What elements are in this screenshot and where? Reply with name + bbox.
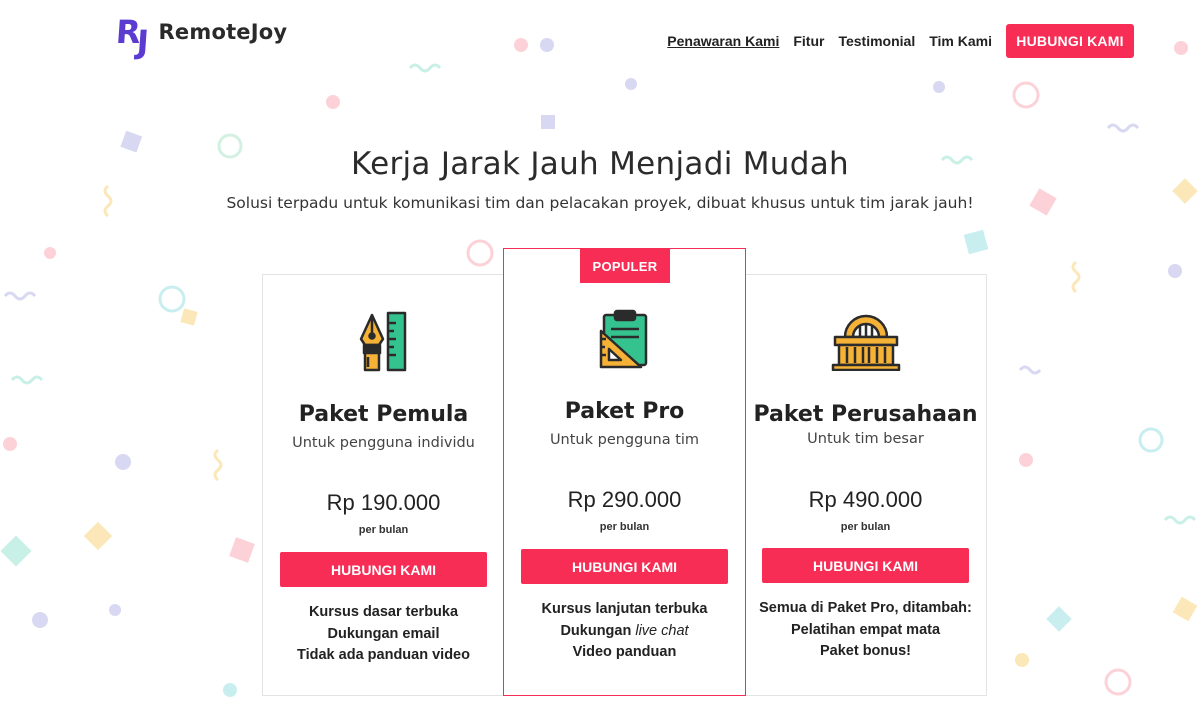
site-header: RJ RemoteJoy Penawaran Kami Fitur Testim…	[0, 0, 1200, 84]
plan-card-pro: POPULER Paket Pro Untuk pengguna tim Rp …	[503, 248, 746, 696]
plan-audience: Untuk pengguna tim	[549, 432, 700, 448]
popular-badge: POPULER	[580, 249, 670, 283]
plan-name: Paket Pro	[564, 399, 685, 424]
feature-item: Paket bonus!	[819, 643, 912, 659]
feature-item: Video panduan	[572, 644, 677, 660]
feature-item: Kursus lanjutan terbuka	[541, 601, 708, 617]
feature-item: Dukungan live chat	[504, 621, 745, 643]
feature-text: Dukungan	[560, 622, 632, 639]
plan-period: per bulan	[358, 524, 409, 536]
hero-title: Kerja Jarak Jauh Menjadi Mudah	[351, 146, 849, 182]
nav-link-penawaran[interactable]: Penawaran Kami	[667, 33, 779, 49]
plan-name: Paket Pemula	[298, 402, 469, 427]
plan-card-pemula: Paket Pemula Untuk pengguna individu Rp …	[262, 274, 505, 696]
feature-item: Semua di Paket Pro, ditambah:	[759, 600, 972, 616]
logo[interactable]: RJ RemoteJoy	[114, 13, 288, 61]
building-icon	[831, 314, 900, 371]
feature-item: Tidak ada panduan video	[297, 647, 470, 663]
plan-features: Kursus lanjutan terbuka Dukungan live ch…	[504, 599, 745, 664]
hero-subtitle: Solusi terpadu untuk komunikasi tim dan …	[226, 194, 974, 212]
feature-item: Dukungan email	[327, 625, 440, 642]
plan-name: Paket Perusahaan	[753, 402, 978, 427]
clipboard-setsquare-icon	[599, 309, 647, 369]
plan-icon-wrap	[745, 311, 986, 371]
plan-features: Kursus dasar terbuka Dukungan email Tida…	[263, 602, 504, 667]
plan-icon-wrap	[263, 311, 504, 373]
feature-item: Kursus dasar terbuka	[308, 604, 459, 620]
hero-section: Kerja Jarak Jauh Menjadi Mudah Solusi te…	[0, 146, 1200, 212]
plan-price: Rp 490.000	[808, 487, 923, 512]
plan-audience: Untuk tim besar	[807, 431, 924, 447]
nav-link-fitur[interactable]: Fitur	[793, 33, 824, 49]
pen-ruler-icon	[359, 311, 406, 372]
plan-period: per bulan	[840, 521, 891, 533]
logo-mark: RJ	[114, 13, 148, 61]
feature-item: Pelatihan empat mata	[790, 621, 941, 638]
plan-audience: Untuk pengguna individu	[292, 435, 475, 451]
nav-link-tim[interactable]: Tim Kami	[929, 33, 992, 49]
plan-price: Rp 190.000	[326, 490, 441, 515]
plan-contact-button[interactable]: HUBUNGI KAMI	[521, 549, 728, 584]
contact-button[interactable]: HUBUNGI KAMI	[1006, 24, 1134, 58]
nav-link-testimonial[interactable]: Testimonial	[838, 33, 915, 49]
plan-icon-wrap	[504, 309, 745, 371]
plan-contact-button[interactable]: HUBUNGI KAMI	[762, 548, 969, 583]
plan-features: Semua di Paket Pro, ditambah: Pelatihan …	[745, 598, 986, 663]
main-nav: Penawaran Kami Fitur Testimonial Tim Kam…	[653, 24, 1134, 58]
plan-card-perusahaan: Paket Perusahaan Untuk tim besar Rp 490.…	[744, 274, 987, 696]
plan-contact-button[interactable]: HUBUNGI KAMI	[280, 552, 487, 587]
plan-period: per bulan	[599, 521, 650, 533]
plan-price: Rp 290.000	[567, 487, 682, 512]
feature-emphasis: live chat	[635, 622, 689, 639]
brand-name: RemoteJoy	[158, 20, 288, 44]
